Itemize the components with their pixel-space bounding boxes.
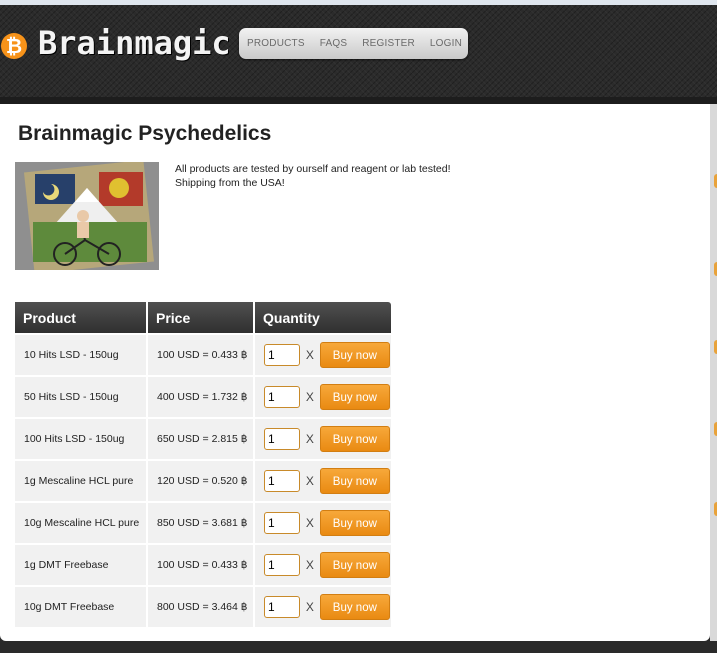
nav-faqs[interactable]: FAQS: [320, 38, 347, 49]
quantity-cell: X Buy now: [255, 417, 391, 459]
table-header-row: Product Price Quantity: [15, 302, 391, 333]
qty-separator: X: [305, 600, 314, 614]
buy-now-button[interactable]: Buy now: [319, 468, 390, 494]
header-price: Price: [148, 302, 255, 333]
price-cell: 100 USD = 0.433 ฿: [148, 543, 255, 585]
intro-text: All products are tested by ourself and r…: [175, 162, 451, 190]
intro-line: All products are tested by ourself and r…: [175, 163, 451, 175]
site-header: ₿ Brainmagic PRODUCTS FAQS REGISTER LOGI…: [0, 5, 717, 97]
blotter-art-image: [15, 162, 159, 270]
buy-now-button[interactable]: Buy now: [319, 510, 390, 536]
qty-separator: X: [305, 558, 314, 572]
product-cell: 1g Mescaline HCL pure: [15, 459, 148, 501]
quantity-input[interactable]: [264, 428, 300, 450]
header-quantity: Quantity: [255, 302, 391, 333]
qty-separator: X: [305, 432, 314, 446]
products-table: Product Price Quantity 10 Hits LSD - 150…: [15, 302, 391, 627]
price-cell: 850 USD = 3.681 ฿: [148, 501, 255, 543]
header-product: Product: [15, 302, 148, 333]
buy-now-button[interactable]: Buy now: [319, 342, 390, 368]
product-cell: 10g DMT Freebase: [15, 585, 148, 627]
table-row: 10g Mescaline HCL pure 850 USD = 3.681 ฿…: [15, 501, 391, 543]
qty-separator: X: [305, 348, 314, 362]
table-row: 1g DMT Freebase 100 USD = 0.433 ฿ X Buy …: [15, 543, 391, 585]
buy-now-button[interactable]: Buy now: [319, 426, 390, 452]
quantity-input[interactable]: [264, 596, 300, 618]
quantity-cell: X Buy now: [255, 375, 391, 417]
price-cell: 120 USD = 0.520 ฿: [148, 459, 255, 501]
quantity-input[interactable]: [264, 344, 300, 366]
intro-line: Shipping from the USA!: [175, 177, 285, 189]
brand-name: Brainmagic: [38, 24, 231, 62]
svg-text:₿: ₿: [6, 36, 22, 58]
product-photo: [15, 162, 159, 270]
bitcoin-logo-icon: ₿: [1, 33, 27, 59]
page-title: Brainmagic Psychedelics: [18, 122, 272, 145]
quantity-cell: X Buy now: [255, 333, 391, 375]
quantity-cell: X Buy now: [255, 543, 391, 585]
product-cell: 1g DMT Freebase: [15, 543, 148, 585]
main-nav: PRODUCTS FAQS REGISTER LOGIN: [239, 28, 468, 59]
nav-register[interactable]: REGISTER: [362, 38, 415, 49]
buy-now-button[interactable]: Buy now: [319, 594, 390, 620]
table-row: 1g Mescaline HCL pure 120 USD = 0.520 ฿ …: [15, 459, 391, 501]
quantity-input[interactable]: [264, 512, 300, 534]
table-row: 50 Hits LSD - 150ug 400 USD = 1.732 ฿ X …: [15, 375, 391, 417]
product-cell: 10 Hits LSD - 150ug: [15, 333, 148, 375]
table-row: 100 Hits LSD - 150ug 650 USD = 2.815 ฿ X…: [15, 417, 391, 459]
product-cell: 10g Mescaline HCL pure: [15, 501, 148, 543]
quantity-cell: X Buy now: [255, 585, 391, 627]
product-cell: 100 Hits LSD - 150ug: [15, 417, 148, 459]
site-logo[interactable]: ₿ Brainmagic: [0, 15, 231, 75]
price-cell: 800 USD = 3.464 ฿: [148, 585, 255, 627]
main-content: Brainmagic Psychedelics All products are…: [0, 104, 710, 641]
buy-now-button[interactable]: Buy now: [319, 384, 390, 410]
nav-login[interactable]: LOGIN: [430, 38, 462, 49]
header-bottom-bar: [0, 97, 717, 104]
price-cell: 100 USD = 0.433 ฿: [148, 333, 255, 375]
qty-separator: X: [305, 474, 314, 488]
price-cell: 650 USD = 2.815 ฿: [148, 417, 255, 459]
buy-now-button[interactable]: Buy now: [319, 552, 390, 578]
qty-separator: X: [305, 390, 314, 404]
quantity-cell: X Buy now: [255, 501, 391, 543]
nav-products[interactable]: PRODUCTS: [247, 38, 305, 49]
table-row: 10 Hits LSD - 150ug 100 USD = 0.433 ฿ X …: [15, 333, 391, 375]
page-right-edge: [710, 104, 717, 641]
quantity-input[interactable]: [264, 470, 300, 492]
table-row: 10g DMT Freebase 800 USD = 3.464 ฿ X Buy…: [15, 585, 391, 627]
quantity-input[interactable]: [264, 554, 300, 576]
quantity-input[interactable]: [264, 386, 300, 408]
page-bottom: [0, 641, 717, 653]
price-cell: 400 USD = 1.732 ฿: [148, 375, 255, 417]
product-cell: 50 Hits LSD - 150ug: [15, 375, 148, 417]
quantity-cell: X Buy now: [255, 459, 391, 501]
qty-separator: X: [305, 516, 314, 530]
